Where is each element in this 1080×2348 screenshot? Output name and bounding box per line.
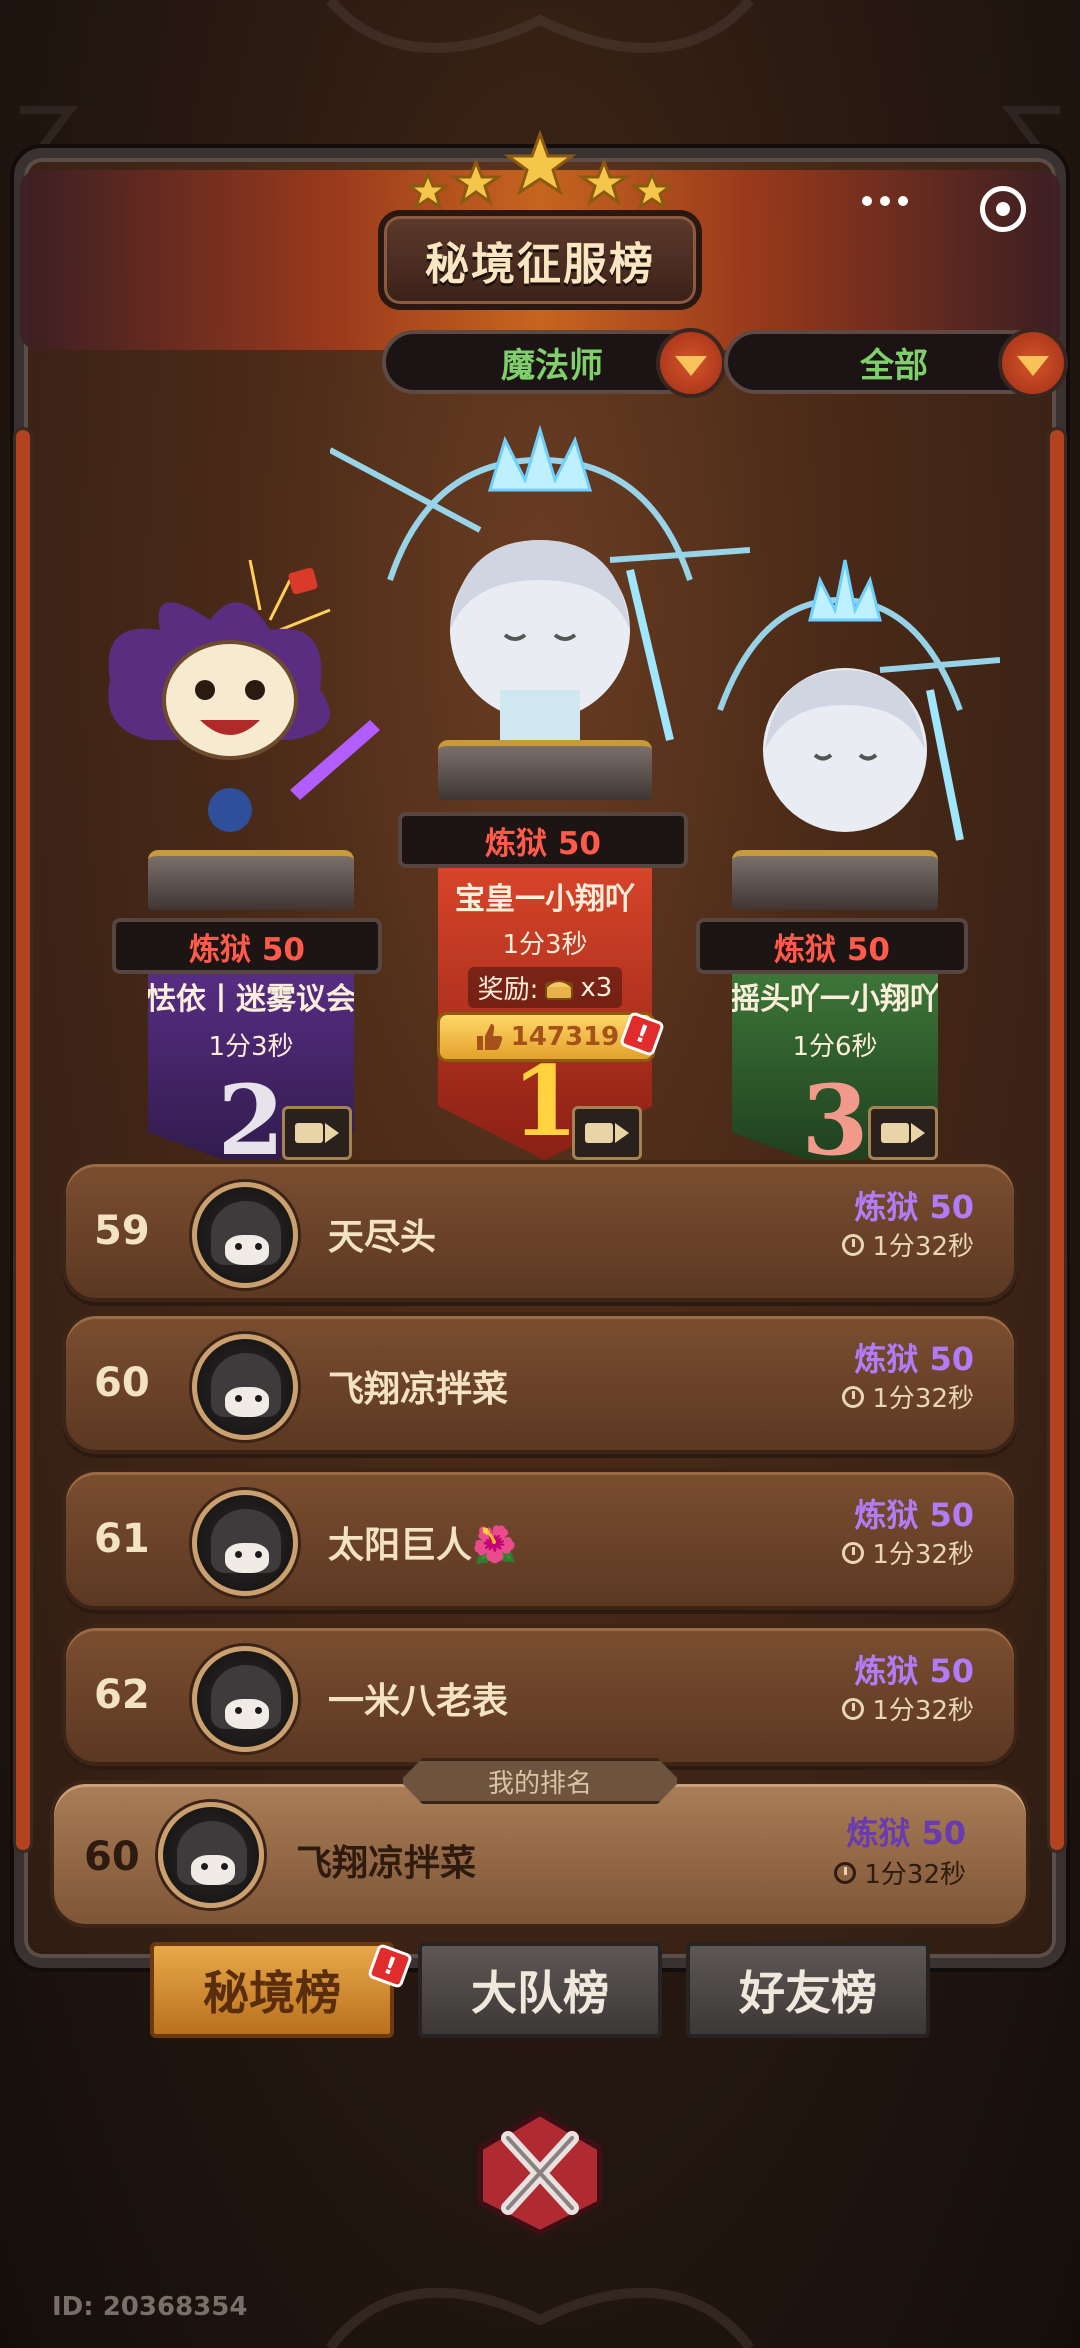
row-level: 炼狱 50 bbox=[854, 1188, 974, 1226]
tab-friends[interactable]: 好友榜 bbox=[686, 1942, 930, 2038]
frame-right-bar bbox=[1050, 430, 1064, 1850]
menu-dots-icon[interactable] bbox=[862, 196, 908, 206]
reward-row: 奖励: x3 bbox=[467, 967, 623, 1008]
rank-number-third: 3 bbox=[801, 1064, 869, 1177]
clock-icon bbox=[842, 1385, 865, 1408]
player-time-third: 1分6秒 bbox=[792, 1032, 878, 1062]
clock-icon bbox=[842, 1697, 865, 1720]
table-row[interactable]: 59 天尽头 炼狱 50 1分32秒 bbox=[62, 1160, 1018, 1302]
row-time-text: 1分32秒 bbox=[872, 1384, 974, 1414]
like-count: 147319 bbox=[510, 1022, 620, 1052]
table-row[interactable]: 60 飞翔凉拌菜 炼狱 50 1分32秒 bbox=[62, 1312, 1018, 1454]
alert-text: ! bbox=[632, 1018, 652, 1050]
scope-filter-dropdown[interactable]: 全部 bbox=[724, 328, 1068, 398]
target-icon[interactable] bbox=[980, 186, 1026, 232]
row-time: 1分32秒 bbox=[842, 1378, 974, 1415]
player-id: ID: 20368354 bbox=[52, 2292, 248, 2322]
star-icon bbox=[629, 170, 675, 210]
level-text-second: 炼狱 50 bbox=[189, 931, 305, 968]
star-icon bbox=[577, 157, 631, 206]
clock-icon bbox=[842, 1233, 865, 1256]
podium-plinth bbox=[438, 740, 652, 800]
star-icon bbox=[405, 170, 451, 210]
player-time-second: 1分3秒 bbox=[208, 1032, 294, 1062]
player-time-first: 1分3秒 bbox=[502, 930, 588, 960]
row-player-name: 飞翔凉拌菜 bbox=[328, 1369, 509, 1410]
level-text-third: 炼狱 50 bbox=[774, 931, 890, 968]
star-rating bbox=[405, 130, 675, 210]
class-filter-dropdown[interactable]: 魔法师 bbox=[382, 328, 726, 398]
row-time: 1分32秒 bbox=[842, 1690, 974, 1727]
row-player-name: 天尽头 bbox=[328, 1217, 437, 1258]
reward-count: x3 bbox=[580, 972, 613, 1003]
my-rank-tag-text: 我的排名 bbox=[487, 1768, 592, 1799]
my-time: 1分32秒 bbox=[834, 1854, 966, 1891]
my-rank-number: 60 bbox=[84, 1834, 140, 1880]
video-icon[interactable] bbox=[282, 1106, 352, 1160]
level-plate-third: 炼狱 50 bbox=[696, 918, 968, 974]
player-name-third: 摇头吖一小翔吖 bbox=[730, 982, 940, 1017]
avatar[interactable] bbox=[192, 1490, 298, 1596]
avatar[interactable] bbox=[158, 1802, 264, 1908]
avatar[interactable] bbox=[192, 1646, 298, 1752]
row-rank: 59 bbox=[94, 1208, 150, 1254]
reward-label: 奖励: bbox=[477, 975, 539, 1005]
podium-plinth bbox=[148, 850, 354, 910]
row-level: 炼狱 50 bbox=[854, 1340, 974, 1378]
row-time-text: 1分32秒 bbox=[872, 1232, 974, 1262]
tab-label: 大队榜 bbox=[471, 1966, 609, 2020]
my-time-text: 1分32秒 bbox=[864, 1860, 966, 1890]
level-plate-first: 炼狱 50 bbox=[398, 812, 688, 868]
level-plate-second: 炼狱 50 bbox=[112, 918, 382, 974]
page-title-text: 秘境征服榜 bbox=[425, 239, 655, 290]
my-player-name: 飞翔凉拌菜 bbox=[296, 1843, 477, 1884]
video-icon[interactable] bbox=[572, 1106, 642, 1160]
row-time: 1分32秒 bbox=[842, 1534, 974, 1571]
player-name-second: 怯依丨迷雾议会 bbox=[146, 982, 356, 1017]
row-player-name: 太阳巨人🌺 bbox=[328, 1525, 517, 1566]
table-row[interactable]: 62 一米八老表 炼狱 50 1分32秒 bbox=[62, 1624, 1018, 1766]
caret-down-icon[interactable] bbox=[656, 328, 726, 398]
scope-filter-label: 全部 bbox=[860, 345, 928, 386]
tab-team[interactable]: 大队榜 bbox=[418, 1942, 662, 2038]
row-time-text: 1分32秒 bbox=[872, 1696, 974, 1726]
page-title: 秘境征服榜 bbox=[378, 210, 702, 310]
frame-left-bar bbox=[16, 430, 30, 1850]
level-text-first: 炼狱 50 bbox=[485, 825, 601, 862]
star-icon bbox=[503, 130, 577, 196]
row-time-text: 1分32秒 bbox=[872, 1540, 974, 1570]
character-third-place bbox=[717, 559, 1000, 841]
player-name-first: 宝皇一小翔吖 bbox=[455, 882, 635, 917]
avatar[interactable] bbox=[192, 1182, 298, 1288]
tab-secret-realm[interactable]: 秘境榜 bbox=[150, 1942, 394, 2038]
row-level: 炼狱 50 bbox=[854, 1496, 974, 1534]
rank-number-second: 2 bbox=[217, 1064, 285, 1177]
star-icon bbox=[449, 157, 503, 206]
row-rank: 60 bbox=[94, 1360, 150, 1406]
alert-text: ! bbox=[380, 1950, 400, 1982]
class-filter-label: 魔法师 bbox=[501, 345, 603, 386]
clock-icon bbox=[834, 1861, 857, 1884]
avatar[interactable] bbox=[192, 1334, 298, 1440]
row-rank: 61 bbox=[94, 1516, 150, 1562]
clock-icon bbox=[842, 1541, 865, 1564]
thumbs-up-icon bbox=[476, 1024, 502, 1050]
row-rank: 62 bbox=[94, 1672, 150, 1718]
table-row[interactable]: 61 太阳巨人🌺 炼狱 50 1分32秒 bbox=[62, 1468, 1018, 1610]
row-level: 炼狱 50 bbox=[854, 1652, 974, 1690]
row-player-name: 一米八老表 bbox=[328, 1681, 509, 1722]
video-icon[interactable] bbox=[868, 1106, 938, 1160]
my-rank-tag: 我的排名 bbox=[400, 1758, 680, 1804]
my-level: 炼狱 50 bbox=[846, 1814, 966, 1852]
chest-icon bbox=[545, 979, 574, 1000]
tab-label: 好友榜 bbox=[739, 1966, 877, 2020]
caret-down-icon[interactable] bbox=[998, 328, 1068, 398]
row-time: 1分32秒 bbox=[842, 1226, 974, 1263]
close-x-icon bbox=[477, 2109, 603, 2237]
close-button[interactable] bbox=[466, 2108, 614, 2238]
tab-label: 秘境榜 bbox=[203, 1966, 341, 2020]
podium-plinth bbox=[732, 850, 938, 910]
rank-number-first: 1 bbox=[511, 1045, 579, 1158]
